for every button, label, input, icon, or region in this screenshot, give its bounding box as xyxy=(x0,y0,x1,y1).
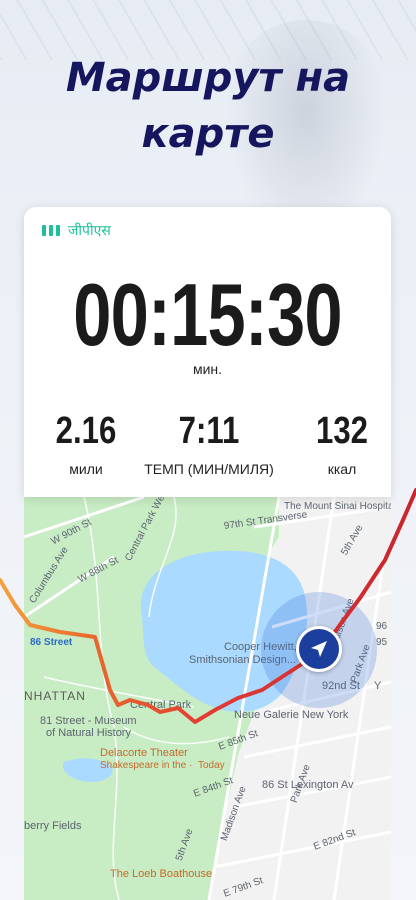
navigation-arrow-icon xyxy=(311,641,327,657)
map-label-manhattan: NHATTAN xyxy=(24,689,86,703)
distance-value: 2.16 xyxy=(55,410,117,452)
pace-value: 7:11 xyxy=(178,410,240,452)
map-label-86-street: 86 Street xyxy=(30,637,73,648)
current-location-button[interactable] xyxy=(296,626,342,672)
map-label-today: Today xyxy=(198,760,225,771)
timer-unit: мин. xyxy=(192,361,223,377)
gps-label: जीपीएस xyxy=(68,223,111,239)
map-label-cooper: Cooper Hewitt, xyxy=(224,641,297,653)
pace-label: ТЕМП (МИН/МИЛЯ) xyxy=(144,461,274,477)
map-label-loeb: The Loeb Boathouse xyxy=(110,868,213,880)
promo-headline: Маршрут на карте xyxy=(0,50,416,162)
map-label-smithsonian: Smithsonian Design... xyxy=(189,654,296,666)
stat-distance: 2.16 мили xyxy=(46,407,126,477)
headline-line-1: Маршрут на xyxy=(65,55,351,101)
elapsed-timer: 00:15:30 xyxy=(73,265,342,364)
map-label-95: 95 xyxy=(376,637,388,648)
distance-label: мили xyxy=(69,461,103,477)
map-label-neue: Neue Galerie New York xyxy=(234,709,349,721)
map-label-92nd: 92nd St xyxy=(322,680,360,692)
stat-calories: 132 ккал xyxy=(302,407,382,477)
calories-label: ккал xyxy=(327,461,357,477)
map-label-strawberry: berry Fields xyxy=(24,820,82,832)
stat-pace: 7:11 ТЕМП (МИН/МИЛЯ) xyxy=(134,407,284,477)
map-label-96: 96 xyxy=(376,621,388,632)
headline-line-2: карте xyxy=(141,111,275,157)
map-label-central-park: Central Park xyxy=(130,699,192,711)
map-label-nat-history: of Natural History xyxy=(46,727,131,739)
map-label-y: Y xyxy=(374,680,382,692)
calories-value: 132 xyxy=(316,410,368,452)
map-label-81-street: 81 Street - Museum xyxy=(40,715,137,727)
map-label-lex86: 86 St Lexington Av xyxy=(262,779,354,791)
map-label-shakespeare: Shakespeare in the · xyxy=(100,760,193,771)
stats-row: 2.16 мили 7:11 ТЕМП (МИН/МИЛЯ) 132 ккал xyxy=(24,407,391,487)
route-map[interactable]: The Mount Sinai Hospita Central Park Wes… xyxy=(24,497,391,900)
gps-status: जीपीएस xyxy=(42,221,111,240)
tracker-card: जीपीएस 00:15:30 мин. 2.16 мили 7:11 ТЕМП… xyxy=(24,207,391,497)
map-label-delacorte: Delacorte Theater xyxy=(100,747,188,759)
gps-signal-icon xyxy=(42,225,60,236)
